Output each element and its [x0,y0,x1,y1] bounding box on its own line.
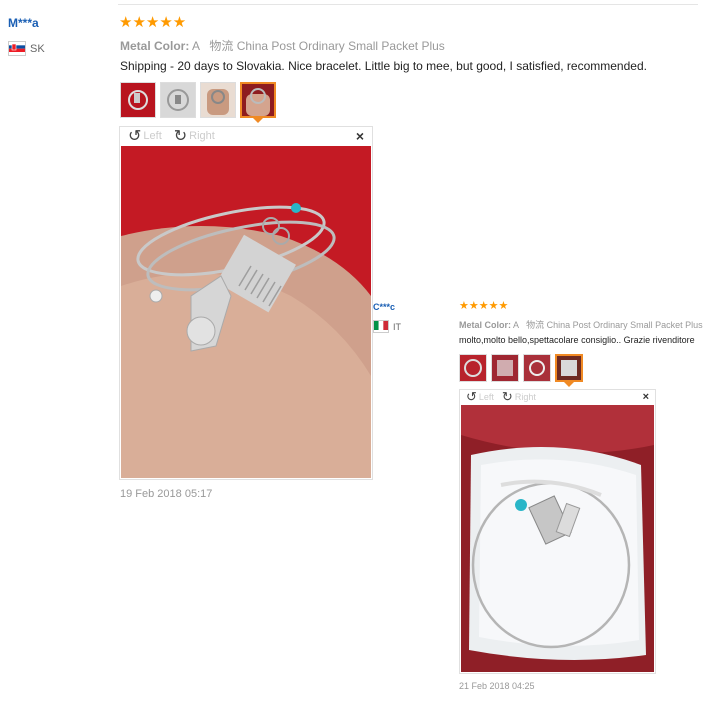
viewer-toolbar: ↺ Left ↻ Right × [120,127,372,145]
rotate-left-icon: ↺ [466,389,477,404]
review-date: 19 Feb 2018 05:17 [120,488,213,500]
review-photo [461,405,654,672]
reviewer-name[interactable]: C***c [373,302,395,312]
country-code: IT [393,321,401,332]
rotate-right-button[interactable]: ↻ Right [502,389,536,405]
country-code: SK [30,42,45,55]
metal-color-value: A [192,39,200,53]
photo-thumbnails [120,82,280,123]
order-info: Metal Color: A 物流 China Post Ordinary Sm… [459,318,703,331]
review-photo [121,146,371,478]
rating-stars: ★★★★★ [119,14,187,31]
rotate-right-label: Right [514,392,536,402]
photo-thumbnail[interactable] [491,354,519,382]
review-date: 21 Feb 2018 04:25 [459,681,535,691]
shipping-method: 物流 China Post Ordinary Small Packet Plus [209,39,445,53]
photo-thumbnail-selected[interactable] [555,354,583,387]
photo-viewer: ↺ Left ↻ Right × [119,126,373,480]
rotate-left-button[interactable]: ↺ Left [128,126,162,146]
photo-thumbnails [459,354,587,387]
rotate-left-label: Left [143,130,162,142]
photo-thumbnail[interactable] [160,82,196,118]
metal-color-value: A [513,320,519,330]
close-icon[interactable]: × [356,128,364,144]
rotate-right-icon: ↻ [501,389,513,404]
rotate-left-label: Left [478,392,494,402]
review-text: molto,molto bello,spettacolare consiglio… [459,335,695,345]
rating-stars: ★★★★★ [459,300,509,312]
rotate-left-button[interactable]: ↺ Left [466,389,494,405]
rotate-right-icon: ↻ [173,128,188,145]
close-icon[interactable]: × [643,391,649,403]
review-text: Shipping - 20 days to Slovakia. Nice bra… [120,59,647,73]
rotate-right-button[interactable]: ↻ Right [174,126,215,146]
metal-color-label: Metal Color: [459,320,512,330]
viewer-toolbar: ↺ Left ↻ Right × [460,389,655,405]
photo-thumbnail[interactable] [120,82,156,118]
photo-viewer: ↺ Left ↻ Right × [459,389,656,674]
rotate-right-label: Right [189,130,215,142]
order-info: Metal Color: A 物流 China Post Ordinary Sm… [120,37,445,54]
shipping-method: 物流 China Post Ordinary Small Packet Plus [526,320,703,330]
divider [118,4,698,5]
photo-thumbnail[interactable] [523,354,551,382]
reviewer-name[interactable]: M***a [8,16,39,30]
photo-thumbnail[interactable] [459,354,487,382]
photo-thumbnail[interactable] [200,82,236,118]
flag-sk-icon [8,41,26,56]
rotate-left-icon: ↺ [128,128,142,145]
metal-color-label: Metal Color: [120,39,190,53]
reviewer-country: IT [373,320,401,333]
photo-thumbnail-selected[interactable] [240,82,276,123]
flag-it-icon [373,320,389,333]
reviewer-country: SK [8,41,45,56]
